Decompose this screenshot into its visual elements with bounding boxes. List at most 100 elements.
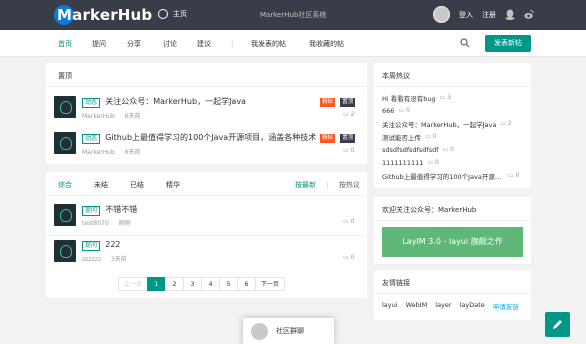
nav-item-home[interactable]: 首页: [58, 39, 92, 49]
hot-title[interactable]: 测试能否上传: [382, 132, 421, 142]
page-3-button[interactable]: 3: [183, 277, 202, 291]
post-tag[interactable]: 提问: [82, 241, 101, 251]
community-chat-bar[interactable]: 社区群聊: [243, 318, 334, 344]
page-5-button[interactable]: 5: [219, 277, 238, 291]
list-item[interactable]: 提问 不错不错 test8070 刚刚 ▭ 0: [46, 204, 367, 230]
apply-link[interactable]: 申请友链: [493, 301, 519, 311]
qq-icon[interactable]: [505, 9, 515, 20]
friend-link[interactable]: WebIM: [406, 301, 428, 311]
user-avatar[interactable]: [433, 6, 450, 23]
badge-top: 置顶: [340, 134, 356, 143]
post-author[interactable]: test8070: [82, 220, 109, 227]
hot-title[interactable]: Hi 看看有没有bug: [382, 93, 436, 103]
post-title[interactable]: Github上最值得学习的100个Java开源项目，涵盖各种技术...: [105, 133, 316, 142]
tab-all[interactable]: 综合: [58, 180, 72, 190]
post-time: 6天前: [124, 113, 141, 120]
list-item[interactable]: Github上最值得学习的100个Java开源项目 ▭ 0: [382, 169, 519, 182]
chat-label: 社区群聊: [276, 327, 304, 335]
sort-newest[interactable]: 按最新: [295, 181, 316, 189]
nav-item-suggest[interactable]: 建议: [197, 39, 231, 49]
list-item[interactable]: 动态 关注公众号：MarkerHub，一起学Java MarkerHub 6天前…: [46, 96, 367, 124]
post-title[interactable]: 关注公众号：MarkerHub，一起学Java: [105, 97, 246, 106]
tab-unresolved[interactable]: 未结: [94, 180, 108, 190]
post-title[interactable]: 不错不错: [105, 205, 137, 214]
home-icon: [158, 9, 168, 19]
nav-item-question[interactable]: 提问: [92, 39, 127, 49]
comment-icon: ▭: [343, 218, 349, 225]
nav-item-my-collections[interactable]: 我收藏的帖: [309, 39, 369, 49]
post-tag[interactable]: 动态: [82, 134, 101, 144]
list-item[interactable]: 测试能否上传 ▭ 0: [382, 130, 519, 143]
comment-icon: ▭: [343, 111, 349, 118]
publish-post-button[interactable]: 发表新帖: [485, 35, 531, 52]
home-label: 主页: [173, 10, 187, 18]
weekly-hot-panel: 本周热议 Hi 看看有没有bug ▭ 3 666 ▭ 0 关注公众号：MarkerH…: [374, 63, 531, 188]
badge-top: 置顶: [340, 98, 356, 107]
panel-divider: [374, 86, 531, 87]
tab-resolved[interactable]: 已结: [130, 180, 144, 190]
author-avatar[interactable]: [54, 204, 76, 226]
panel-divider: [374, 293, 531, 294]
hot-title[interactable]: sdsdfsdfsdfsdfsdf: [382, 146, 439, 154]
comment-count: 2: [350, 111, 355, 118]
register-link[interactable]: 注册: [482, 10, 496, 20]
top-posts-title: 置顶: [58, 72, 72, 80]
post-title[interactable]: 222: [105, 240, 120, 249]
friend-link[interactable]: layDate: [460, 301, 485, 311]
weibo-icon[interactable]: [524, 9, 534, 20]
hot-title[interactable]: 关注公众号：MarkerHub，一起学Java: [382, 119, 496, 129]
page-2-button[interactable]: 2: [165, 277, 184, 291]
nav-items: 首页 提问 分享 讨论 建议 | 我发表的帖 我收藏的帖: [58, 39, 369, 49]
floating-edit-button[interactable]: [545, 312, 570, 337]
next-page-button[interactable]: 下一页: [255, 277, 285, 291]
post-author[interactable]: MarkerHub: [82, 113, 115, 120]
hot-title[interactable]: Github上最值得学习的100个Java开源项目: [382, 171, 504, 181]
post-tag[interactable]: 动态: [82, 98, 101, 108]
nav-item-share[interactable]: 分享: [127, 39, 163, 49]
hot-title[interactable]: 666: [382, 107, 394, 115]
login-link[interactable]: 登入: [459, 10, 473, 20]
row-divider: [46, 235, 367, 236]
post-author[interactable]: zzzzzz: [82, 256, 101, 263]
feed-tabs: 综合 未结 已结 精华: [58, 180, 202, 190]
sort-hot[interactable]: 按热议: [339, 181, 360, 189]
panel-divider: [46, 195, 367, 196]
list-item[interactable]: Hi 看看有没有bug ▭ 3: [382, 91, 519, 104]
hot-title[interactable]: 1111111111: [382, 159, 423, 167]
list-item[interactable]: 关注公众号：MarkerHub，一起学Java ▭ 2: [382, 117, 519, 130]
post-author[interactable]: MarkerHub: [82, 149, 115, 156]
comment-icon: ▭: [343, 254, 349, 261]
page-4-button[interactable]: 4: [201, 277, 220, 291]
ad-title: 欢迎关注公众号：MarkerHub: [382, 206, 477, 214]
author-avatar[interactable]: [54, 132, 76, 154]
search-icon[interactable]: [460, 38, 470, 48]
post-tag[interactable]: 提问: [82, 206, 101, 216]
top-notice[interactable]: MarkerHub社区系统: [260, 10, 326, 20]
friend-link[interactable]: layui: [382, 301, 398, 311]
list-item[interactable]: sdsdfsdfsdfsdfsdf ▭ 0: [382, 143, 519, 156]
hot-count: ▭ 0: [442, 146, 454, 153]
tab-featured[interactable]: 精华: [166, 180, 180, 190]
chat-avatar: [251, 322, 268, 340]
hot-count: ▭ 0: [508, 172, 520, 179]
friend-link[interactable]: layer: [435, 301, 451, 311]
author-avatar[interactable]: [54, 240, 76, 262]
weekly-hot-list: Hi 看看有没有bug ▭ 3 666 ▭ 0 关注公众号：MarkerHub，一起…: [382, 91, 519, 182]
nav-item-discuss[interactable]: 讨论: [163, 39, 197, 49]
page-6-button[interactable]: 6: [237, 277, 256, 291]
hot-count: ▭ 0: [427, 159, 439, 166]
site-logo[interactable]: MarkerHub: [54, 4, 152, 26]
badge-hot: 精帖: [320, 98, 336, 107]
friend-links-list: layui WebIM layer layDate 申请友链: [382, 301, 519, 311]
author-avatar[interactable]: [54, 96, 76, 118]
list-item[interactable]: 1111111111 ▭ 0: [382, 156, 519, 169]
home-link[interactable]: 主页: [158, 9, 187, 19]
list-item[interactable]: 动态 Github上最值得学习的100个Java开源项目，涵盖各种技术... M…: [46, 132, 367, 160]
sort-separator: |: [326, 181, 329, 189]
prev-page-button[interactable]: 上一页: [118, 277, 148, 291]
list-item[interactable]: 666 ▭ 0: [382, 104, 519, 117]
nav-item-my-posts[interactable]: 我发表的帖: [251, 39, 309, 49]
layim-ad-button[interactable]: LayIM 3.0 - layui 旗舰之作: [382, 227, 523, 257]
page-1-button[interactable]: 1: [147, 277, 166, 291]
list-item[interactable]: 提问 222 zzzzzz 3天前 ▭ 0: [46, 240, 367, 266]
